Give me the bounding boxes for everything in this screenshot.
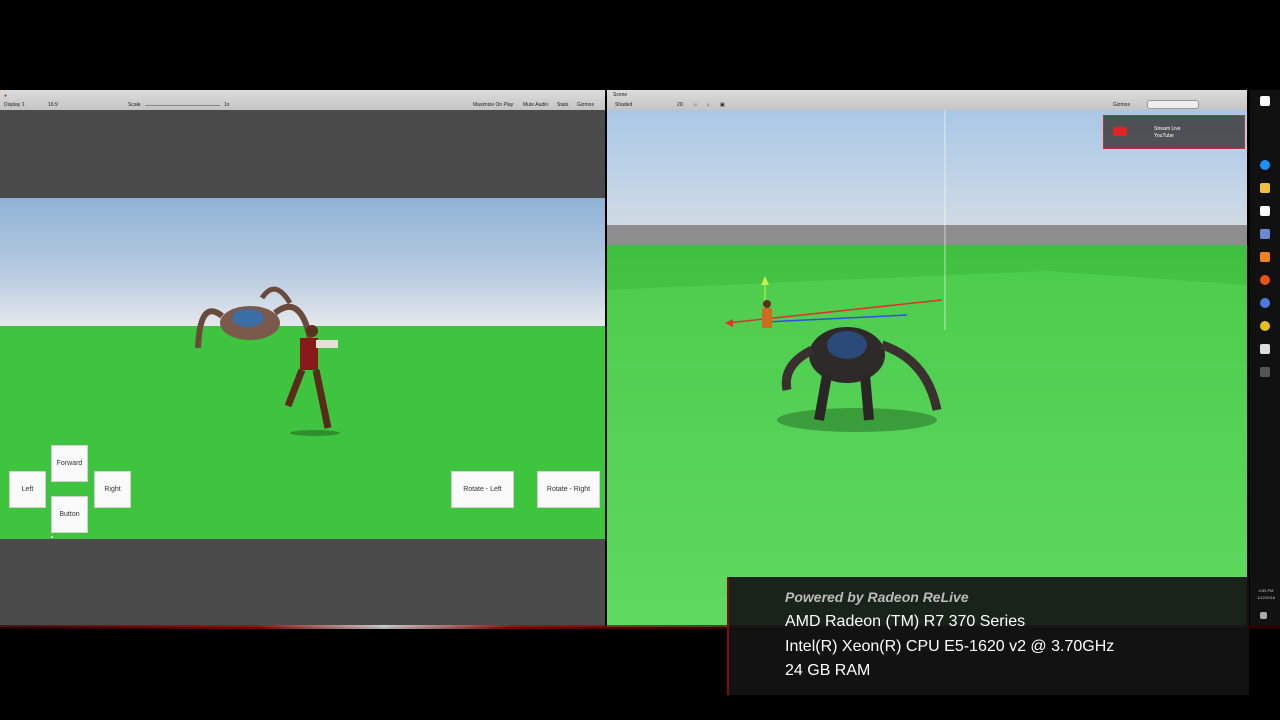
gpu-label: AMD Radeon (TM) R7 370 Series [785, 613, 1026, 630]
display-dropdown[interactable]: Display 1 [4, 102, 25, 108]
vlc-icon[interactable] [1260, 252, 1270, 262]
powered-by-label: Powered by Radeon ReLive [785, 589, 969, 605]
firefox-icon[interactable] [1260, 275, 1270, 285]
game-view-panel: ● Display 1 16:9 Scale 1x Maximize On Pl… [0, 90, 605, 627]
game-viewport[interactable] [0, 198, 605, 539]
left-button[interactable]: Left [9, 471, 46, 508]
game-view-toolbar: ● Display 1 16:9 Scale 1x Maximize On Pl… [0, 90, 605, 110]
forward-button[interactable]: Forward [51, 445, 88, 482]
mail-icon[interactable] [1260, 344, 1270, 354]
spider-creature-icon [195, 286, 313, 349]
game-characters [195, 286, 340, 436]
cpu-label: Intel(R) Xeon(R) CPU E5-1620 v2 @ 3.70GH… [785, 638, 1115, 655]
app-icon[interactable] [1260, 229, 1270, 239]
game-tab-icon[interactable]: ● [4, 93, 7, 99]
rotate-right-button[interactable]: Rotate - Right [537, 471, 600, 508]
youtube-icon [1113, 127, 1127, 136]
player-character-scene-icon [762, 300, 772, 328]
file-explorer-icon[interactable] [1260, 183, 1270, 193]
unity-icon[interactable] [1260, 367, 1270, 377]
stats-button[interactable]: Stats [557, 102, 568, 108]
chrome-icon[interactable] [1260, 321, 1270, 331]
scene-objects[interactable] [607, 90, 1247, 627]
windows-start-icon[interactable] [1260, 96, 1270, 106]
player-character-icon [284, 325, 340, 436]
back-button[interactable]: Button [51, 496, 88, 533]
scene-view-panel: Scene Shaded 2D ☼ ♪ ▣ Gizmos [607, 90, 1247, 627]
windows-taskbar: 4:53 PM 1/12/2018 [1250, 90, 1280, 627]
right-button[interactable]: Right [94, 471, 131, 508]
notifications-icon[interactable] [1260, 612, 1267, 619]
gizmos-button[interactable]: Gizmos [577, 102, 594, 108]
store-icon[interactable] [1260, 206, 1270, 216]
rotate-left-button[interactable]: Rotate - Left [451, 471, 514, 508]
maximize-on-play-button[interactable]: Maximize On Play [473, 102, 513, 108]
ram-label: 24 GB RAM [785, 662, 871, 679]
edge-browser-icon[interactable] [1260, 160, 1270, 170]
radeon-relive-overlay: Powered by Radeon ReLive AMD Radeon (TM)… [727, 577, 1249, 695]
scale-label: Scale [128, 102, 141, 108]
scale-value: 1x [224, 102, 230, 108]
clock-time[interactable]: 4:53 PM [1252, 588, 1280, 593]
stream-live-badge[interactable]: Stream Live YouTube [1103, 115, 1245, 149]
scale-slider[interactable] [145, 105, 220, 106]
stream-badge-line1: Stream Live [1154, 126, 1181, 132]
mute-audio-button[interactable]: Mute Audio [523, 102, 548, 108]
aspect-dropdown[interactable]: 16:9 [48, 102, 58, 108]
stream-badge-line2: YouTube [1154, 133, 1174, 139]
globe-icon[interactable] [1260, 298, 1270, 308]
clock-date[interactable]: 1/12/2018 [1252, 595, 1280, 600]
